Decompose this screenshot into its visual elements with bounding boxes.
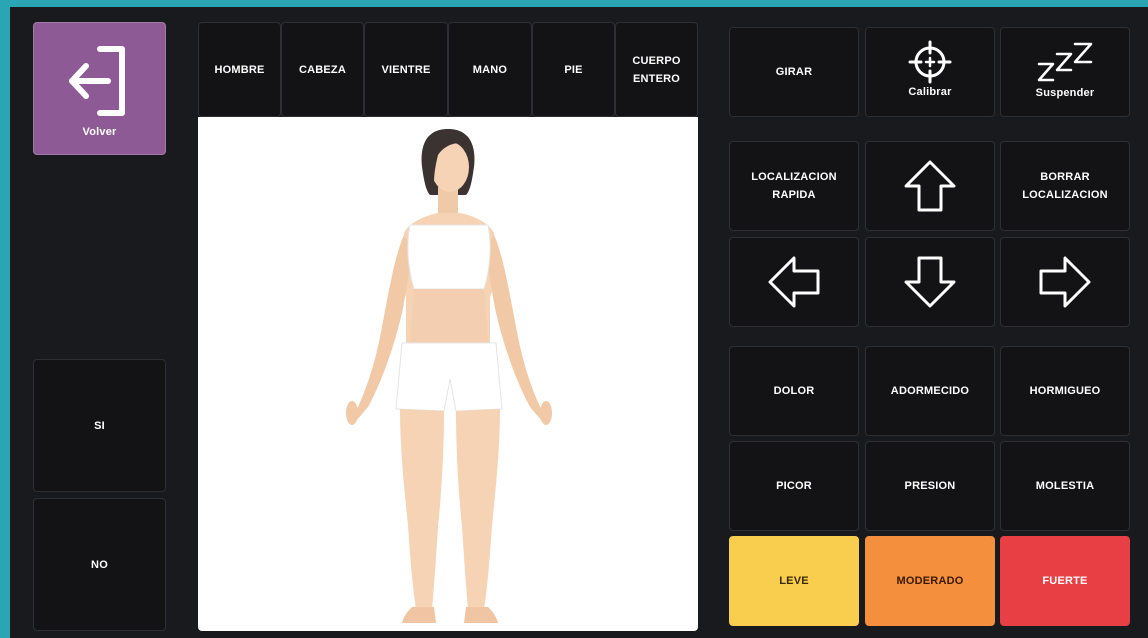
crosshair-icon — [907, 39, 953, 85]
sensation-numb-button[interactable]: ADORMECIDO — [865, 346, 995, 436]
sensation-itch-button[interactable]: PICOR — [729, 441, 859, 531]
intensity-mild-button[interactable]: LEVE — [729, 536, 859, 626]
back-button[interactable]: Volver — [33, 22, 166, 155]
body-map-panel[interactable] — [198, 117, 698, 631]
sensation-label: PRESION — [904, 480, 956, 492]
move-down-button[interactable] — [865, 237, 995, 327]
sensation-tingling-button[interactable]: HORMIGUEO — [1000, 346, 1130, 436]
sensation-pressure-button[interactable]: PRESION — [865, 441, 995, 531]
move-left-button[interactable] — [729, 237, 859, 327]
tab-pie[interactable]: PIE — [532, 22, 615, 117]
tab-label: HOMBRE — [214, 63, 265, 76]
rotate-button[interactable]: GIRAR — [729, 27, 859, 117]
intensity-moderate-button[interactable]: MODERADO — [865, 536, 995, 626]
quick-locate-button[interactable]: LOCALIZACION RAPIDA — [729, 141, 859, 231]
body-figure[interactable] — [198, 117, 698, 631]
back-label: Volver — [82, 126, 117, 138]
clear-locate-button[interactable]: BORRAR LOCALIZACION — [1000, 141, 1130, 231]
yes-button[interactable]: SI — [33, 359, 166, 492]
exit-arrow-icon — [60, 41, 140, 121]
intensity-label: FUERTE — [1042, 575, 1088, 587]
tab-label: CABEZA — [298, 63, 347, 76]
suspend-button[interactable]: Suspender — [1000, 27, 1130, 117]
sensation-pain-button[interactable]: DOLOR — [729, 346, 859, 436]
arrow-up-icon — [900, 156, 960, 216]
tab-cabeza[interactable]: CABEZA — [281, 22, 364, 117]
sensation-label: PICOR — [776, 480, 812, 492]
intensity-strong-button[interactable]: FUERTE — [1000, 536, 1130, 626]
yes-label: SI — [94, 419, 105, 432]
sensation-discomfort-button[interactable]: MOLESTIA — [1000, 441, 1130, 531]
suspend-label: Suspender — [1035, 87, 1095, 99]
tab-label: MANO — [472, 63, 508, 76]
tab-mano[interactable]: MANO — [448, 22, 532, 117]
move-up-button[interactable] — [865, 141, 995, 231]
clear-locate-label: BORRAR LOCALIZACION — [1022, 171, 1108, 201]
no-button[interactable]: NO — [33, 498, 166, 631]
calibrate-button[interactable]: Calibrar — [865, 27, 995, 117]
tab-vientre[interactable]: VIENTRE — [364, 22, 448, 117]
tab-hombre[interactable]: HOMBRE — [198, 22, 281, 117]
sleep-zzz-icon — [1035, 40, 1095, 84]
intensity-label: LEVE — [779, 575, 809, 587]
calibrate-label: Calibrar — [908, 86, 952, 98]
arrow-left-icon — [764, 252, 824, 312]
tab-label: PIE — [564, 63, 583, 76]
quick-locate-label: LOCALIZACION RAPIDA — [751, 171, 837, 201]
arrow-down-icon — [900, 252, 960, 312]
move-right-button[interactable] — [1000, 237, 1130, 327]
sensation-label: HORMIGUEO — [1029, 385, 1101, 397]
intensity-label: MODERADO — [896, 575, 964, 587]
rotate-label: GIRAR — [775, 66, 813, 78]
no-label: NO — [91, 558, 108, 571]
sensation-label: MOLESTIA — [1035, 480, 1095, 492]
arrow-right-icon — [1035, 252, 1095, 312]
sensation-label: ADORMECIDO — [890, 385, 970, 397]
tab-label: CUERPO ENTERO — [632, 54, 681, 85]
sensation-label: DOLOR — [773, 385, 815, 397]
tab-cuerpo-entero[interactable]: CUERPO ENTERO — [615, 22, 698, 117]
app-frame: Volver SI NO HOMBRE CABEZA VIENTRE MANO … — [10, 7, 1148, 638]
tab-label: VIENTRE — [381, 63, 431, 76]
